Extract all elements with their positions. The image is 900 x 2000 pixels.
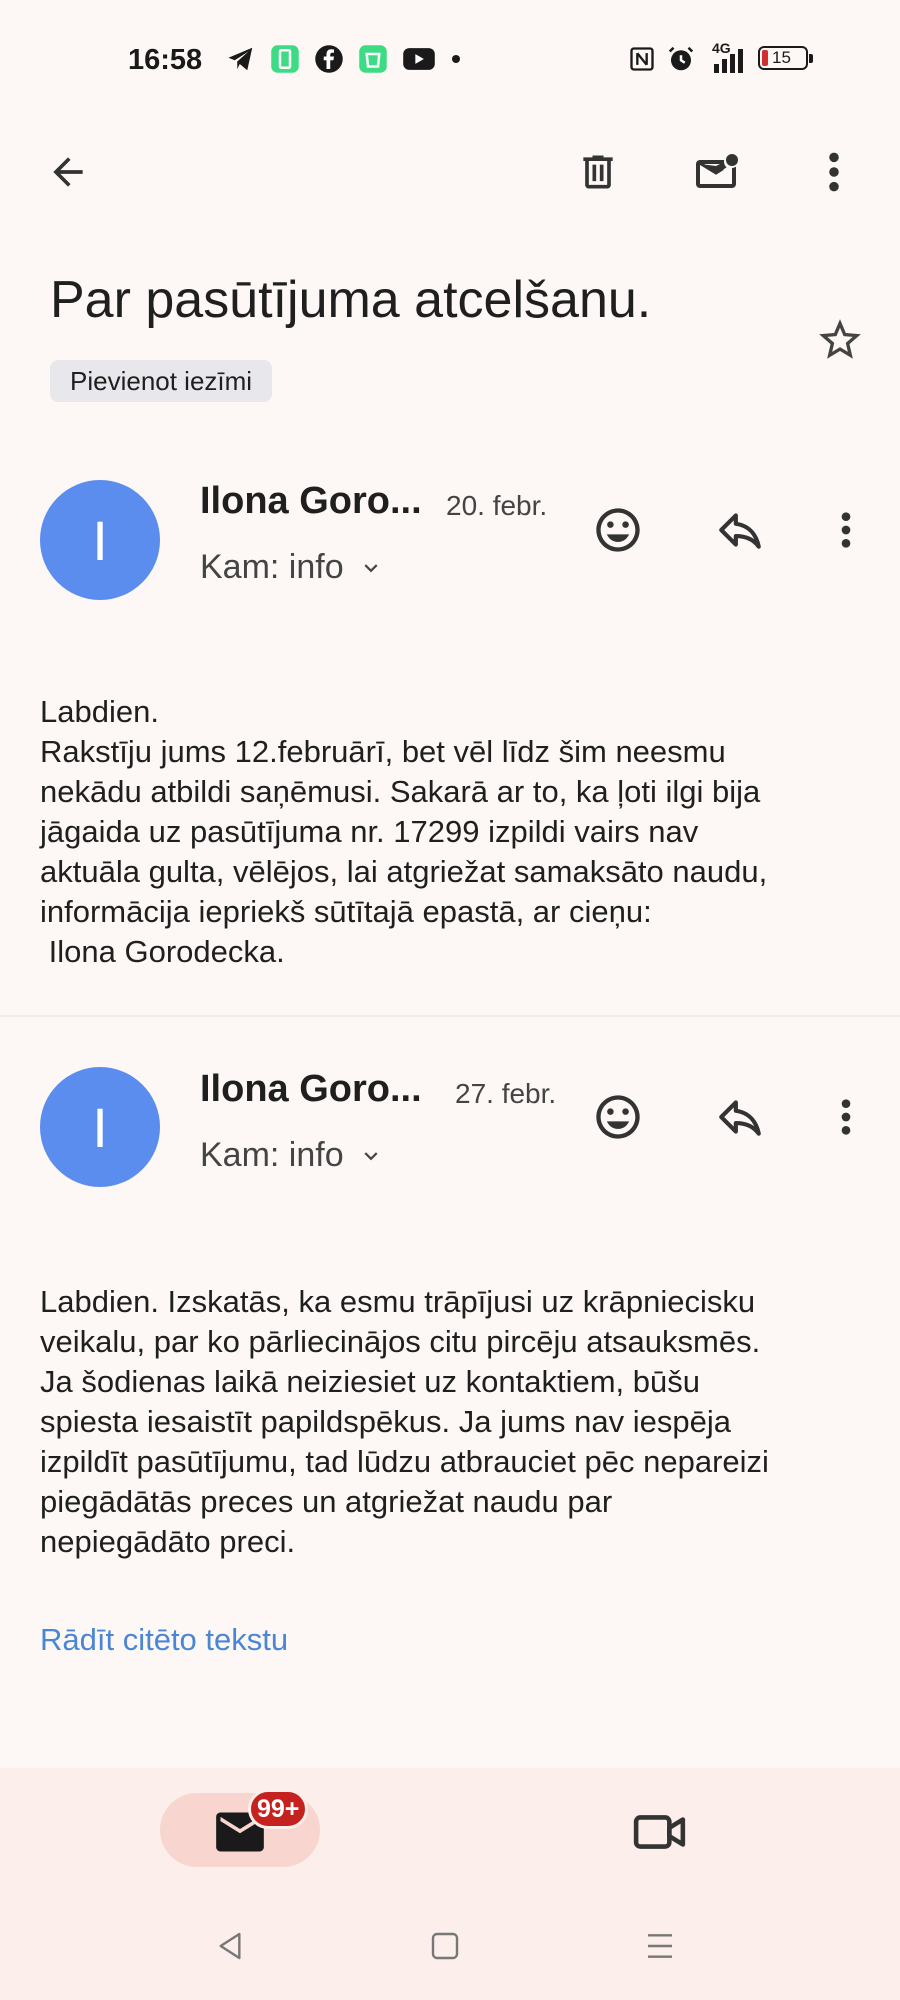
back-button[interactable] (36, 140, 100, 204)
chevron-down-icon (364, 563, 378, 572)
status-system-icons: 4G 15 (628, 40, 814, 74)
star-outline-icon (819, 319, 861, 359)
shop-app-icon (359, 45, 387, 73)
reply-icon (719, 513, 761, 549)
trash-icon (583, 155, 613, 189)
youtube-icon (403, 48, 435, 70)
sender-name[interactable]: Ilona Goro... (200, 1068, 422, 1111)
message-divider (0, 1015, 900, 1017)
video-icon (633, 1815, 686, 1849)
more-notifications-dot-icon (452, 55, 460, 63)
meet-tab[interactable] (628, 1806, 692, 1858)
recipient-label: Kam: info (200, 548, 344, 586)
star-button[interactable] (808, 312, 872, 368)
mail-unread-icon (696, 154, 738, 188)
telegram-icon (228, 47, 253, 71)
message-date: 20. febr. (446, 490, 548, 521)
show-quoted-text-link[interactable]: Rādīt citēto tekstu (40, 1622, 288, 1658)
battery-app-icon (271, 45, 299, 73)
mark-unread-button[interactable] (686, 140, 750, 204)
more-vertical-icon (841, 1099, 851, 1135)
emoji-icon (596, 508, 640, 552)
signal-icon (714, 49, 743, 73)
recipient-toggle[interactable]: Kam: info (200, 1136, 384, 1175)
network-indicator: 4G (706, 40, 748, 74)
status-time: 16:58 (128, 44, 203, 76)
reply-icon (719, 1100, 761, 1136)
square-home-icon (431, 1932, 459, 1960)
system-home-button[interactable] (421, 1922, 469, 1970)
more-options-button[interactable] (802, 140, 866, 204)
emoji-icon (596, 1095, 640, 1139)
add-reaction-button[interactable] (586, 498, 650, 562)
battery-indicator: 15 (758, 46, 814, 72)
delete-button[interactable] (566, 140, 630, 204)
recipient-label: Kam: info (200, 1136, 344, 1174)
triangle-back-icon (219, 1932, 241, 1960)
message-body: Labdien. Rakstīju jums 12.februārī, bet … (40, 694, 768, 969)
message-more-button[interactable] (822, 498, 870, 562)
recipient-toggle[interactable]: Kam: info (200, 548, 384, 587)
battery-fill (762, 50, 768, 66)
message-body: Labdien. Izskatās, ka esmu trāpījusi uz … (40, 1284, 769, 1559)
alarm-icon (668, 46, 694, 71)
battery-level: 15 (772, 48, 791, 67)
more-vertical-icon (829, 152, 839, 192)
email-subject: Par pasūtījuma atcelšanu. (50, 271, 652, 329)
chevron-down-icon (364, 1151, 378, 1160)
message-more-button[interactable] (822, 1085, 870, 1149)
sender-name[interactable]: Ilona Goro... (200, 480, 422, 523)
nfc-icon (630, 47, 654, 71)
more-vertical-icon (841, 512, 851, 548)
add-reaction-button[interactable] (586, 1085, 650, 1149)
message-date: 27. febr. (455, 1078, 557, 1109)
reply-button[interactable] (708, 498, 772, 562)
system-recents-button[interactable] (636, 1922, 684, 1970)
facebook-icon (315, 45, 343, 73)
reply-button[interactable] (708, 1085, 772, 1149)
sender-avatar[interactable]: I (40, 1067, 160, 1187)
unread-badge: 99+ (248, 1789, 309, 1829)
status-notification-icons (226, 44, 462, 74)
system-back-button[interactable] (206, 1922, 254, 1970)
add-label-chip[interactable]: Pievienot iezīmi (50, 360, 273, 402)
menu-lines-icon (648, 1934, 672, 1958)
arrow-left-icon (53, 157, 83, 187)
sender-avatar[interactable]: I (40, 480, 160, 600)
